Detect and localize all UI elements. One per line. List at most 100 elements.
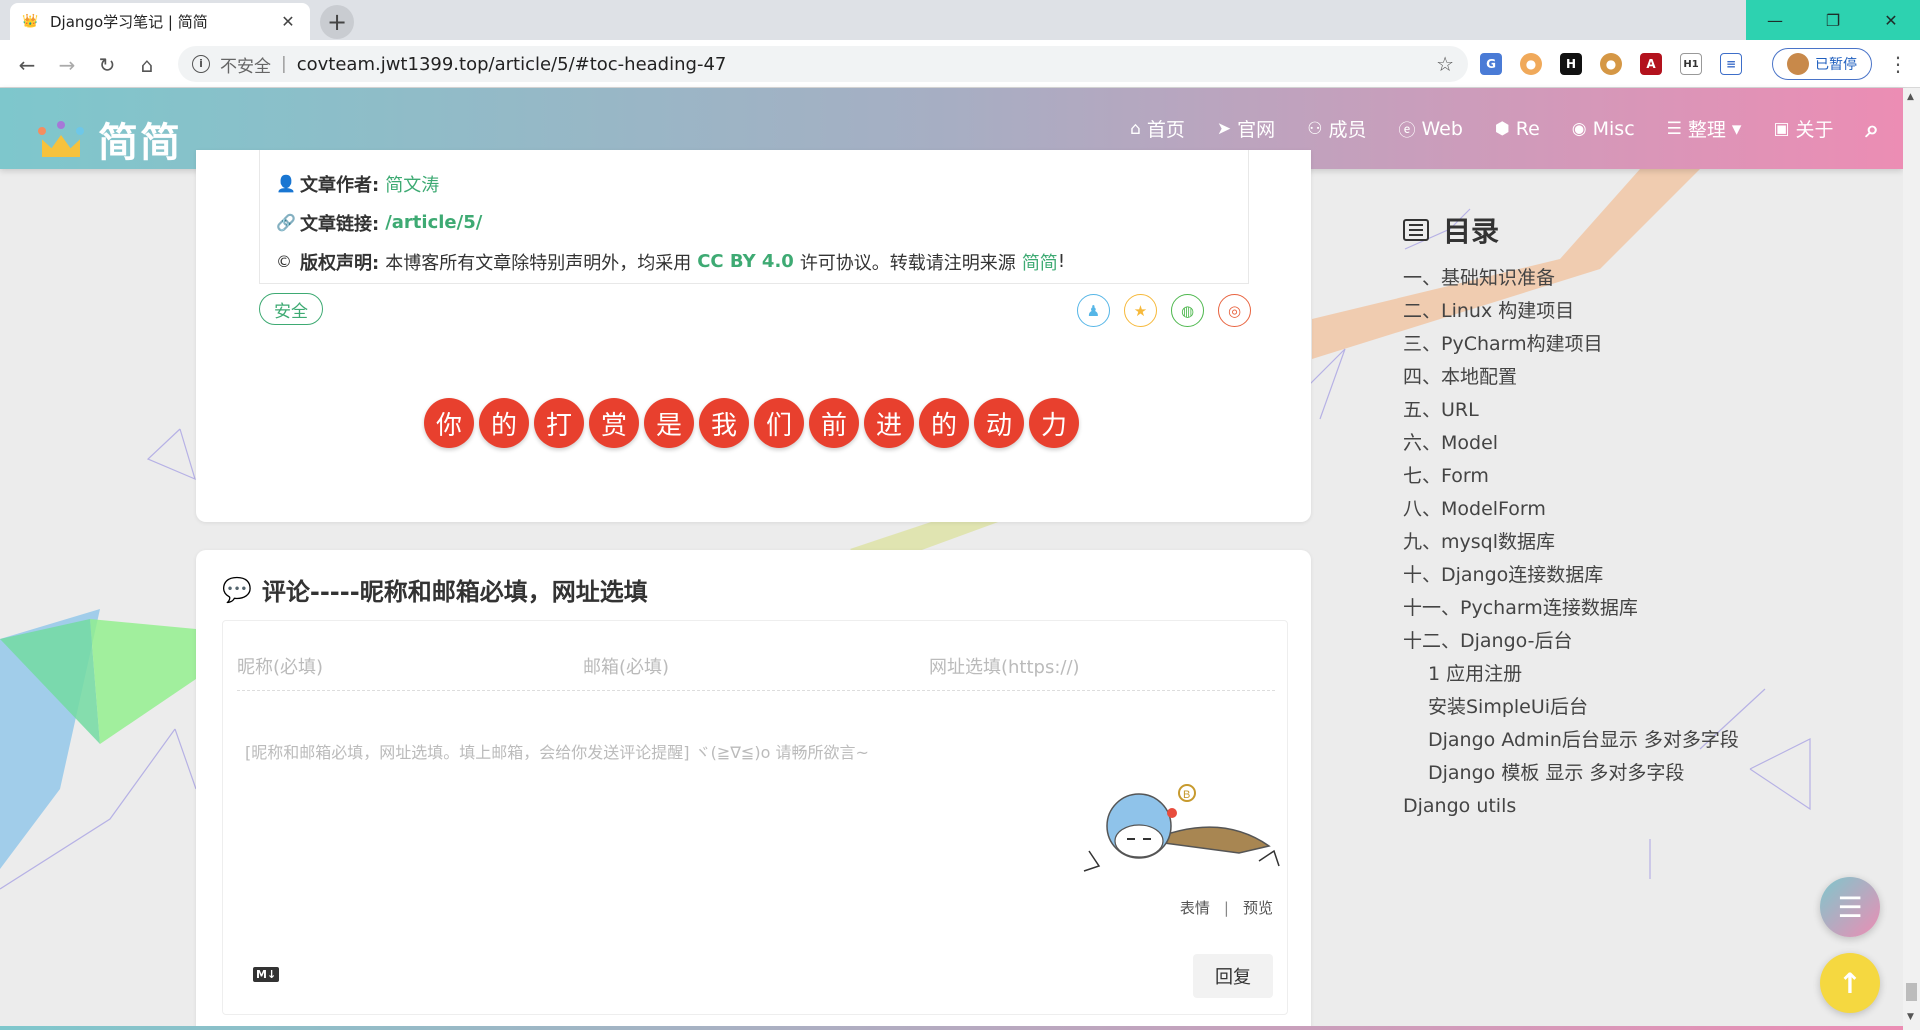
toc-heading: 目录: [1403, 210, 1739, 250]
website-input[interactable]: 网址选填(https://): [929, 643, 1275, 690]
scroll-up-arrow-icon[interactable]: ▲: [1907, 92, 1914, 102]
pdf-extension-icon[interactable]: A: [1640, 53, 1662, 75]
paper-plane-icon: ➤: [1216, 118, 1232, 139]
browser-tab[interactable]: 👑 Django学习笔记 | 简简 ✕: [10, 3, 310, 40]
restore-button[interactable]: ❐: [1804, 0, 1862, 40]
nav-item-re[interactable]: ⬢ Re: [1495, 118, 1540, 140]
reward-char[interactable]: 力: [1029, 398, 1079, 448]
toc-item[interactable]: 一、基础知识准备: [1403, 262, 1739, 295]
email-input[interactable]: 邮箱(必填): [583, 643, 929, 690]
reader-extension-icon[interactable]: ≡: [1720, 53, 1742, 75]
reward-char[interactable]: 是: [644, 398, 694, 448]
nav-item-members[interactable]: ⚇ 成员: [1307, 115, 1366, 142]
toc-item[interactable]: Django Admin后台显示 多对多字段: [1403, 724, 1739, 757]
nav-label: Misc: [1592, 117, 1635, 140]
omnibox[interactable]: i 不安全 | covteam.jwt1399.top/article/5/#t…: [178, 46, 1468, 82]
cookie-extension-icon[interactable]: ●: [1520, 53, 1542, 75]
source-link[interactable]: 简简: [1022, 249, 1058, 275]
license-link[interactable]: CC BY 4.0: [697, 251, 794, 272]
toc-item[interactable]: 四、本地配置: [1403, 361, 1739, 394]
author-link[interactable]: 简文涛: [385, 171, 439, 197]
toc-item[interactable]: Django 模板 显示 多对多字段: [1403, 757, 1739, 790]
license-text-pre: 本博客所有文章除特别声明外，均采用: [385, 252, 692, 274]
toc-item[interactable]: 七、Form: [1403, 460, 1739, 493]
reward-char[interactable]: 赏: [589, 398, 639, 448]
reward-char[interactable]: 我: [699, 398, 749, 448]
reward-char[interactable]: 的: [479, 398, 529, 448]
close-window-button[interactable]: ✕: [1862, 0, 1920, 40]
separator: |: [281, 54, 287, 74]
comment-textarea[interactable]: [昵称和邮箱必填，网址选填。填上邮箱，会给你发送评论提醒] ヾ(≧∇≦)o 请畅…: [245, 739, 869, 763]
nav-item-misc[interactable]: ◉ Misc: [1572, 118, 1635, 140]
toc-toggle-button[interactable]: ☰: [1820, 877, 1880, 937]
tab-close-icon[interactable]: ✕: [278, 12, 298, 31]
forward-arrow-icon[interactable]: →: [52, 50, 82, 80]
toc-item[interactable]: 十二、Django-后台: [1403, 625, 1739, 658]
reward-char[interactable]: 进: [864, 398, 914, 448]
toc-item[interactable]: 六、Model: [1403, 427, 1739, 460]
search-icon: ⌕: [1865, 114, 1879, 143]
toc-item[interactable]: 十一、Pycharm连接数据库: [1403, 592, 1739, 625]
page-scrollbar[interactable]: ▲ ▼: [1903, 88, 1920, 1030]
scrollbar-thumb[interactable]: [1906, 983, 1917, 1001]
nav-item-about[interactable]: ▣ 关于: [1773, 115, 1833, 142]
id-card-icon: ▣: [1773, 118, 1790, 139]
reward-button-row[interactable]: 你的打赏是我们前进的动力: [424, 398, 1079, 448]
toc-item[interactable]: 十、Django连接数据库: [1403, 559, 1739, 592]
reply-button[interactable]: 回复: [1193, 954, 1273, 998]
logo-text: 简简: [98, 120, 182, 166]
crown-favicon-icon: 👑: [22, 13, 39, 29]
toc-item[interactable]: 九、mysql数据库: [1403, 526, 1739, 559]
wechat-share-icon[interactable]: ◍: [1171, 294, 1204, 327]
cookie-editor-icon[interactable]: ●: [1600, 53, 1622, 75]
toc-item[interactable]: 五、URL: [1403, 394, 1739, 427]
reward-char[interactable]: 前: [809, 398, 859, 448]
reward-char[interactable]: 们: [754, 398, 804, 448]
scroll-down-arrow-icon[interactable]: ▼: [1907, 1012, 1914, 1022]
toc-item[interactable]: 二、Linux 构建项目: [1403, 295, 1739, 328]
nav-item-archive[interactable]: ☰ 整理 ▾: [1667, 115, 1742, 142]
translate-extension-icon[interactable]: G: [1480, 53, 1502, 75]
preview-button[interactable]: 预览: [1243, 897, 1273, 918]
reward-char[interactable]: 动: [974, 398, 1024, 448]
nav-label: 关于: [1795, 119, 1834, 141]
headings-extension-icon[interactable]: H1: [1680, 53, 1702, 75]
back-to-top-button[interactable]: ↑: [1820, 953, 1880, 1013]
site-logo[interactable]: 简简: [38, 110, 182, 168]
toc-item[interactable]: Django utils: [1403, 790, 1739, 823]
browser-menu-icon[interactable]: ⋮: [1888, 52, 1908, 76]
h-extension-icon[interactable]: H: [1560, 53, 1582, 75]
weibo-share-icon[interactable]: ◎: [1218, 294, 1251, 327]
toc-item[interactable]: 三、PyCharm构建项目: [1403, 328, 1739, 361]
reward-char[interactable]: 你: [424, 398, 474, 448]
nav-item-home[interactable]: ⌂ 首页: [1130, 115, 1185, 142]
toc-item[interactable]: 安装SimpleUi后台: [1403, 691, 1739, 724]
list-alt-icon: [1403, 219, 1429, 241]
info-icon[interactable]: i: [192, 55, 210, 73]
nav-item-web[interactable]: ⓔ Web: [1398, 116, 1462, 142]
toc-item[interactable]: 1 应用注册: [1403, 658, 1739, 691]
nav-item-official[interactable]: ➤ 官网: [1217, 115, 1275, 142]
minimize-button[interactable]: —: [1746, 0, 1804, 40]
link-icon: 🔗: [276, 213, 296, 232]
nickname-input[interactable]: 昵称(必填): [237, 643, 583, 690]
article-link[interactable]: /article/5/: [385, 212, 482, 233]
bookmark-star-icon[interactable]: ☆: [1436, 52, 1454, 76]
reward-char[interactable]: 打: [534, 398, 584, 448]
emoji-button[interactable]: 表情: [1180, 897, 1210, 918]
url-text[interactable]: covteam.jwt1399.top/article/5/#toc-headi…: [297, 54, 1436, 75]
markdown-icon[interactable]: M↓: [253, 967, 280, 982]
address-toolbar: ← → ↻ ⌂ i 不安全 | covteam.jwt1399.top/arti…: [0, 40, 1920, 88]
back-arrow-icon[interactable]: ←: [12, 50, 42, 80]
insecure-label: 不安全: [220, 56, 271, 77]
home-icon[interactable]: ⌂: [132, 50, 162, 80]
reload-icon[interactable]: ↻: [92, 50, 122, 80]
reward-char[interactable]: 的: [919, 398, 969, 448]
profile-paused-button[interactable]: 已暂停: [1772, 48, 1872, 80]
qzone-share-icon[interactable]: ★: [1124, 294, 1157, 327]
toc-item[interactable]: 八、ModelForm: [1403, 493, 1739, 526]
qq-share-icon[interactable]: ♟: [1077, 294, 1110, 327]
search-button[interactable]: ⌕: [1866, 115, 1879, 143]
new-tab-button[interactable]: +: [320, 5, 354, 39]
tag-security[interactable]: 安全: [259, 293, 323, 325]
